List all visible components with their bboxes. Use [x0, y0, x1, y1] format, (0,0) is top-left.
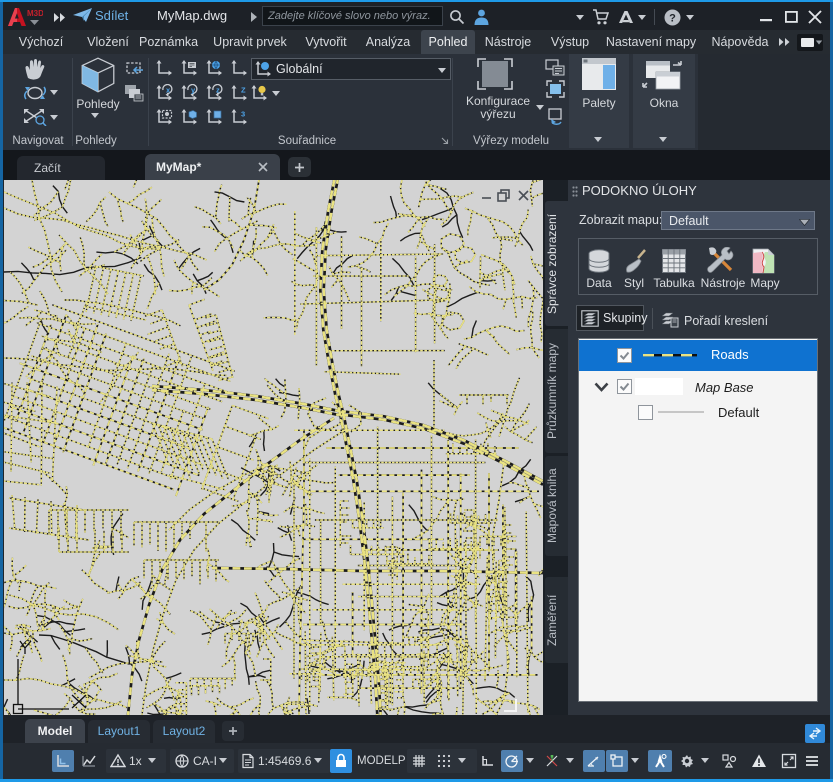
svg-text:?: ?	[669, 13, 676, 25]
svg-text:z: z	[216, 86, 220, 95]
svg-text:3: 3	[241, 110, 245, 119]
svg-text:Z: Z	[241, 86, 246, 95]
svg-text:M3D: M3D	[27, 9, 43, 18]
